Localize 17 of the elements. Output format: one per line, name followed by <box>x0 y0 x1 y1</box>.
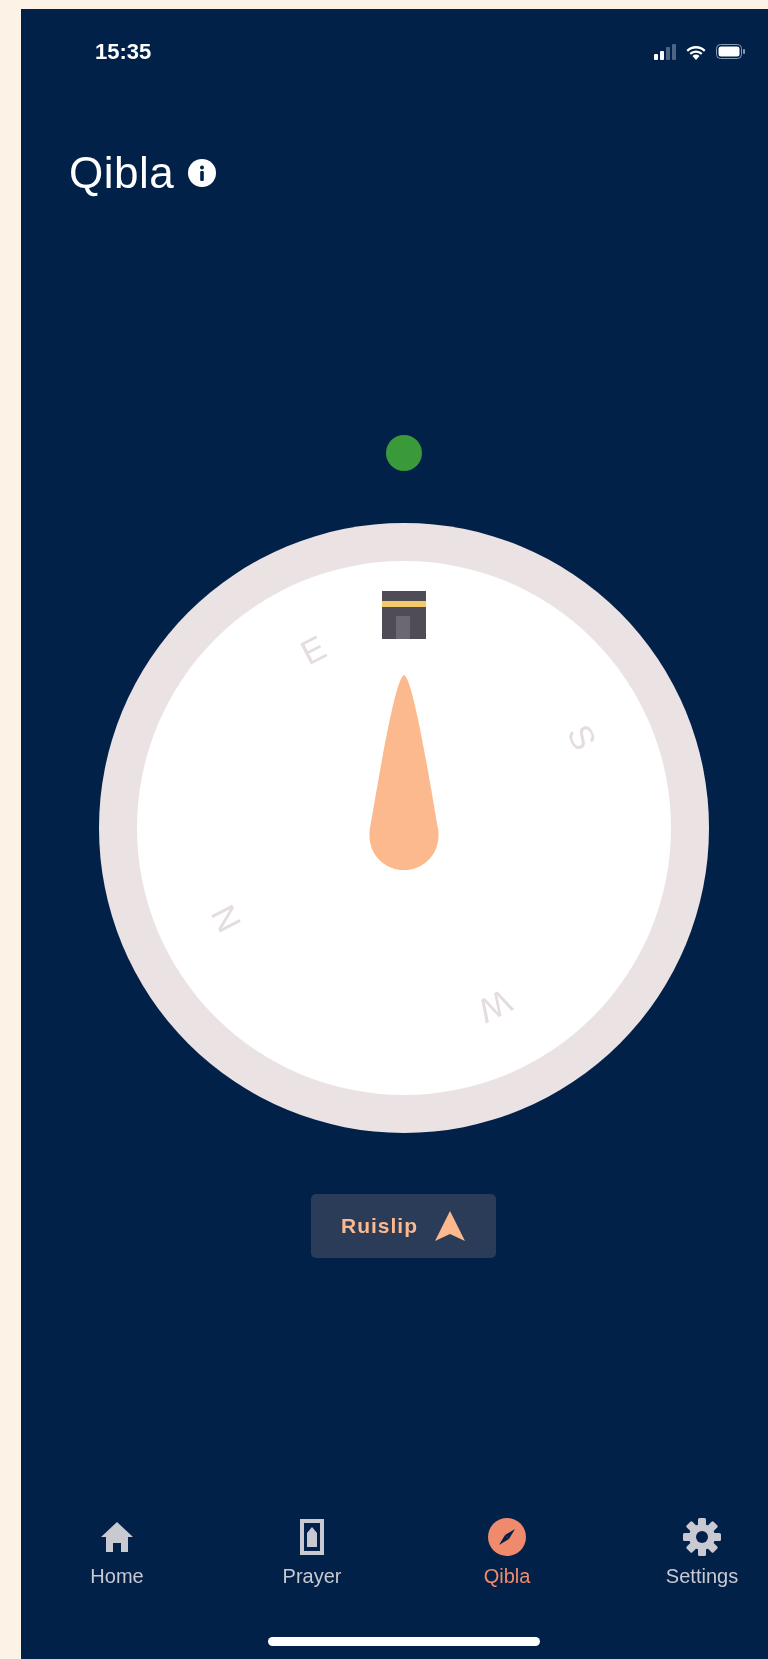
signal-icon <box>654 43 676 60</box>
status-time: 15:35 <box>95 38 152 65</box>
prayer-mat-icon <box>299 1518 325 1556</box>
navigation-arrow-icon <box>434 1210 466 1242</box>
wifi-icon <box>685 43 707 60</box>
location-button[interactable]: Ruislip <box>311 1194 496 1258</box>
info-icon[interactable] <box>188 159 217 187</box>
compass-icon <box>488 1518 526 1556</box>
tab[interactable]: Qibla <box>447 1517 567 1609</box>
tab[interactable]: Settings <box>642 1517 762 1609</box>
battery-icon <box>716 44 746 59</box>
kaaba-icon <box>381 591 426 639</box>
tab[interactable]: Prayer <box>252 1517 372 1609</box>
settings-icon <box>683 1518 721 1556</box>
home-icon <box>100 1521 134 1553</box>
page-title: Qibla <box>69 148 175 198</box>
tab[interactable]: Home <box>57 1517 177 1609</box>
